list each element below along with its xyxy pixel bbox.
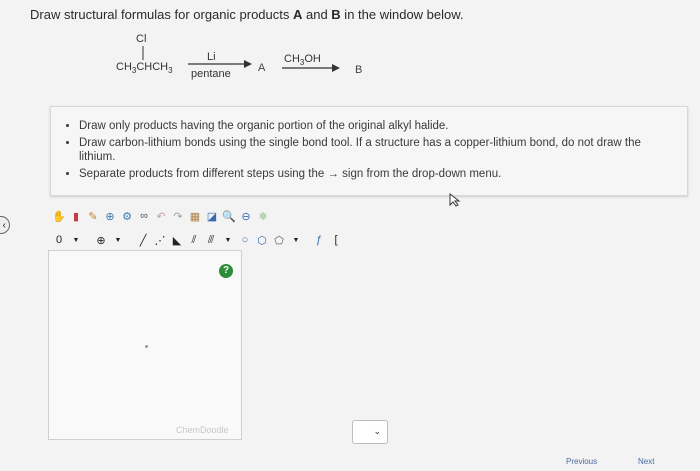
- wedge-bond-icon[interactable]: ◣: [170, 233, 184, 247]
- chevron-down-icon: ⌄: [373, 426, 381, 436]
- answer-select[interactable]: ⌄: [352, 420, 388, 444]
- instruction-item: Draw only products having the organic po…: [79, 119, 677, 133]
- toolbar-row-2: 0 ▼ ⊕ ▼ ╱ ⋰ ◣ ⫽ ⫻ ▼ ○ ⬡ ⬠ ▼ ƒ [: [52, 231, 346, 249]
- atom-map-icon[interactable]: ⚛: [256, 209, 270, 223]
- zoom-in-icon[interactable]: 🔍: [222, 209, 236, 223]
- add-atom-icon[interactable]: ⊕: [94, 233, 108, 247]
- double-bond-icon[interactable]: ⫽: [187, 233, 201, 247]
- lasso-icon[interactable]: ∞: [137, 209, 151, 223]
- charge-selector[interactable]: 0: [52, 233, 66, 247]
- product-b-label: B: [355, 64, 363, 76]
- help-button[interactable]: ?: [219, 264, 233, 278]
- ring-icon[interactable]: ⚙: [120, 209, 134, 223]
- substituent-bond-line: [142, 46, 144, 60]
- undo-icon[interactable]: ↶: [154, 209, 168, 223]
- hand-icon[interactable]: ✋: [52, 209, 66, 223]
- chemdoodle-watermark: ChemDoodle: [176, 425, 229, 435]
- reaction-scheme: Cl CH3CHCH3 Li pentane A CH3OH B: [0, 0, 700, 90]
- instruction-item: Draw carbon-lithium bonds using the sing…: [79, 136, 677, 164]
- instructions-panel: Draw only products having the organic po…: [50, 106, 688, 196]
- clean-icon[interactable]: ◪: [205, 209, 219, 223]
- single-bond-icon[interactable]: ╱: [136, 233, 150, 247]
- reaction-arrow-2: [282, 64, 340, 72]
- template-icon[interactable]: ▦: [188, 209, 202, 223]
- canvas-dot: [145, 345, 148, 348]
- chlorine-substituent: Cl: [136, 33, 147, 45]
- redo-icon[interactable]: ↷: [171, 209, 185, 223]
- chevron-down-icon[interactable]: ▼: [221, 233, 235, 247]
- zoom-out-icon[interactable]: ⊖: [239, 209, 253, 223]
- product-a-label: A: [258, 62, 266, 74]
- benzene-icon[interactable]: ⬡: [255, 233, 269, 247]
- reaction-arrow-1: [188, 60, 252, 68]
- previous-button[interactable]: Previous: [566, 457, 597, 471]
- instruction-item: Separate products from different steps u…: [79, 167, 677, 181]
- mouse-cursor-icon: [449, 193, 461, 207]
- cyclopropane-icon[interactable]: ○: [238, 233, 252, 247]
- back-arrow-icon[interactable]: ‹: [0, 216, 10, 234]
- pencil-icon[interactable]: ✎: [86, 209, 100, 223]
- chevron-down-icon[interactable]: ▼: [69, 233, 83, 247]
- chevron-down-icon[interactable]: ▼: [111, 233, 125, 247]
- next-button[interactable]: Next: [638, 457, 654, 471]
- toolbar-row-1: ✋ ▮ ✎ ⊕ ⚙ ∞ ↶ ↷ ▦ ◪ 🔍 ⊖ ⚛: [52, 207, 273, 225]
- reactant-formula: CH3CHCH3: [116, 61, 173, 76]
- function-icon[interactable]: ƒ: [312, 233, 326, 247]
- zoom-plus-icon[interactable]: ⊕: [103, 209, 117, 223]
- hexagon-icon[interactable]: ⬠: [272, 233, 286, 247]
- eraser-icon[interactable]: ▮: [69, 209, 83, 223]
- chevron-down-icon[interactable]: ▼: [289, 233, 303, 247]
- triple-bond-icon[interactable]: ⫻: [204, 233, 218, 247]
- reagent-solvent: pentane: [191, 68, 231, 80]
- bracket-icon[interactable]: [: [329, 233, 343, 247]
- dashed-bond-icon[interactable]: ⋰: [153, 233, 167, 247]
